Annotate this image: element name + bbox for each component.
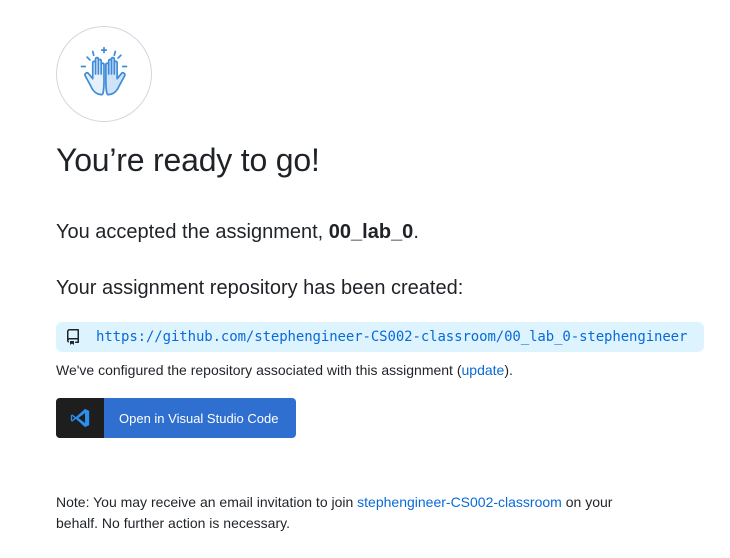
accepted-prefix: You accepted the assignment, xyxy=(56,221,329,243)
vscode-button-label: Open in Visual Studio Code xyxy=(119,410,279,426)
configured-message: We've configured the repository associat… xyxy=(56,362,513,378)
assignment-name: 00_lab_0 xyxy=(328,221,414,243)
accepted-message: You accepted the assignment, 00_lab_0. xyxy=(56,221,419,244)
invitation-note: Note: You may receive an email invitatio… xyxy=(56,492,656,534)
configured-suffix: ). xyxy=(504,362,513,378)
update-link[interactable]: update xyxy=(462,362,505,378)
note-prefix: Note: You may receive an email invitatio… xyxy=(56,494,358,510)
page-title: You’re ready to go! xyxy=(56,142,320,178)
accepted-suffix: . xyxy=(413,221,419,243)
assignment-accepted-page: You’re ready to go! You accepted the ass… xyxy=(0,0,730,558)
avatar xyxy=(56,26,152,122)
repo-link-box: https://github.com/stephengineer-CS002-c… xyxy=(56,322,704,352)
configured-prefix: We've configured the repository associat… xyxy=(56,362,462,378)
open-in-vscode-button[interactable]: Open in Visual Studio Code xyxy=(56,398,296,438)
repo-icon xyxy=(65,329,81,345)
repo-created-heading: Your assignment repository has been crea… xyxy=(56,277,464,299)
classroom-org-link[interactable]: stephengineer-CS002-classroom xyxy=(357,494,562,510)
repo-url-link[interactable]: https://github.com/stephengineer-CS002-c… xyxy=(96,329,687,345)
high-five-icon xyxy=(80,46,128,96)
vscode-logo xyxy=(56,398,104,438)
vscode-icon xyxy=(70,408,90,428)
